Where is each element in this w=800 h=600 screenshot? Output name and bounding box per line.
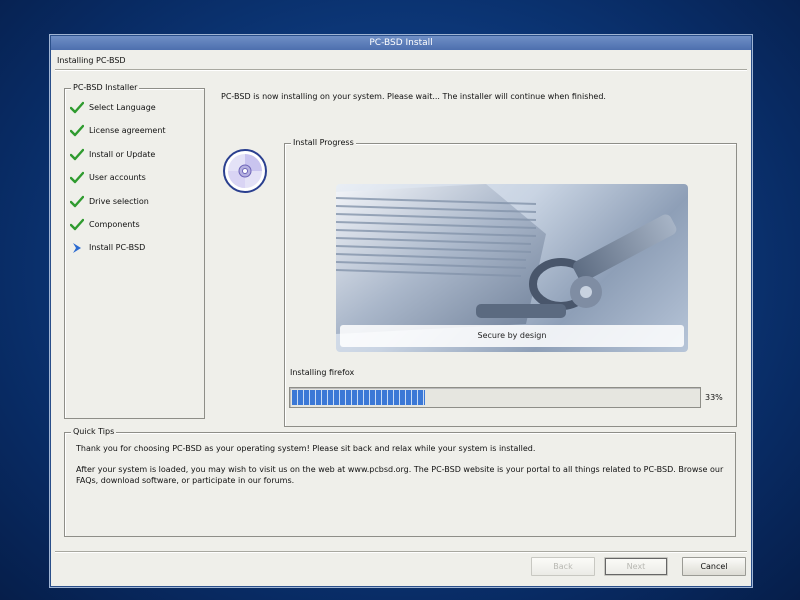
sidebar-step-label: Select Language [89, 103, 156, 112]
sidebar-step-7: Install PC-BSD [69, 241, 166, 264]
sidebar-step-label: License agreement [89, 126, 166, 136]
window-title[interactable]: PC-BSD Install [51, 36, 751, 50]
back-button[interactable]: Back [531, 557, 595, 576]
arrow-right-icon [70, 241, 84, 255]
sidebar-step-label: Drive selection [89, 196, 149, 206]
sidebar-step-label: Components [89, 219, 140, 229]
sidebar-step-2: License agreement [69, 124, 166, 147]
quick-tips-text: Thank you for choosing PC-BSD as your op… [76, 443, 726, 496]
sidebar-step-label: User accounts [89, 173, 146, 183]
check-icon [69, 195, 85, 209]
check-icon [69, 148, 85, 162]
cancel-button[interactable]: Cancel [682, 557, 746, 576]
tip-paragraph-1: Thank you for choosing PC-BSD as your op… [76, 444, 536, 453]
banner-caption: Secure by design [340, 325, 684, 347]
progress-bar-fill [292, 390, 425, 405]
steps-list: Select Language License agreement Install … [69, 101, 166, 265]
sidebar-step-1: Select Language [69, 101, 166, 124]
install-progress-title: Install Progress [291, 138, 356, 148]
install-progress-bar [289, 387, 701, 408]
footer-divider [55, 551, 747, 553]
sidebar-step-5: Drive selection [69, 195, 166, 218]
cd-disc-icon [222, 148, 268, 194]
check-icon [69, 101, 85, 115]
progress-percent-label: 33% [705, 393, 723, 402]
sidebar-step-4: User accounts [69, 171, 166, 194]
tip-paragraph-2: After your system is loaded, you may wis… [76, 465, 724, 485]
header-divider [55, 69, 747, 71]
status-message: PC-BSD is now installing on your system.… [221, 92, 606, 101]
check-icon [69, 218, 85, 232]
quick-tips-title: Quick Tips [71, 427, 117, 437]
next-button[interactable]: Next [604, 557, 668, 576]
secure-by-design-banner: Secure by design [336, 184, 688, 352]
sidebar-step-6: Components [69, 218, 166, 241]
current-task-label: Installing firefox [290, 368, 355, 377]
quick-tips-group: Quick Tips Thank you for choosing PC-BSD… [64, 427, 736, 537]
page-subtitle: Installing PC-BSD [57, 56, 126, 65]
installer-steps-panel: PC-BSD Installer Select Language License … [64, 83, 205, 419]
check-icon [69, 171, 85, 185]
sidebar-step-label: Install or Update [89, 149, 156, 159]
steps-panel-title: PC-BSD Installer [71, 83, 140, 93]
sidebar-step-label: Install PC-BSD [89, 243, 146, 253]
sidebar-step-3: Install or Update [69, 148, 166, 171]
check-icon [69, 124, 85, 138]
